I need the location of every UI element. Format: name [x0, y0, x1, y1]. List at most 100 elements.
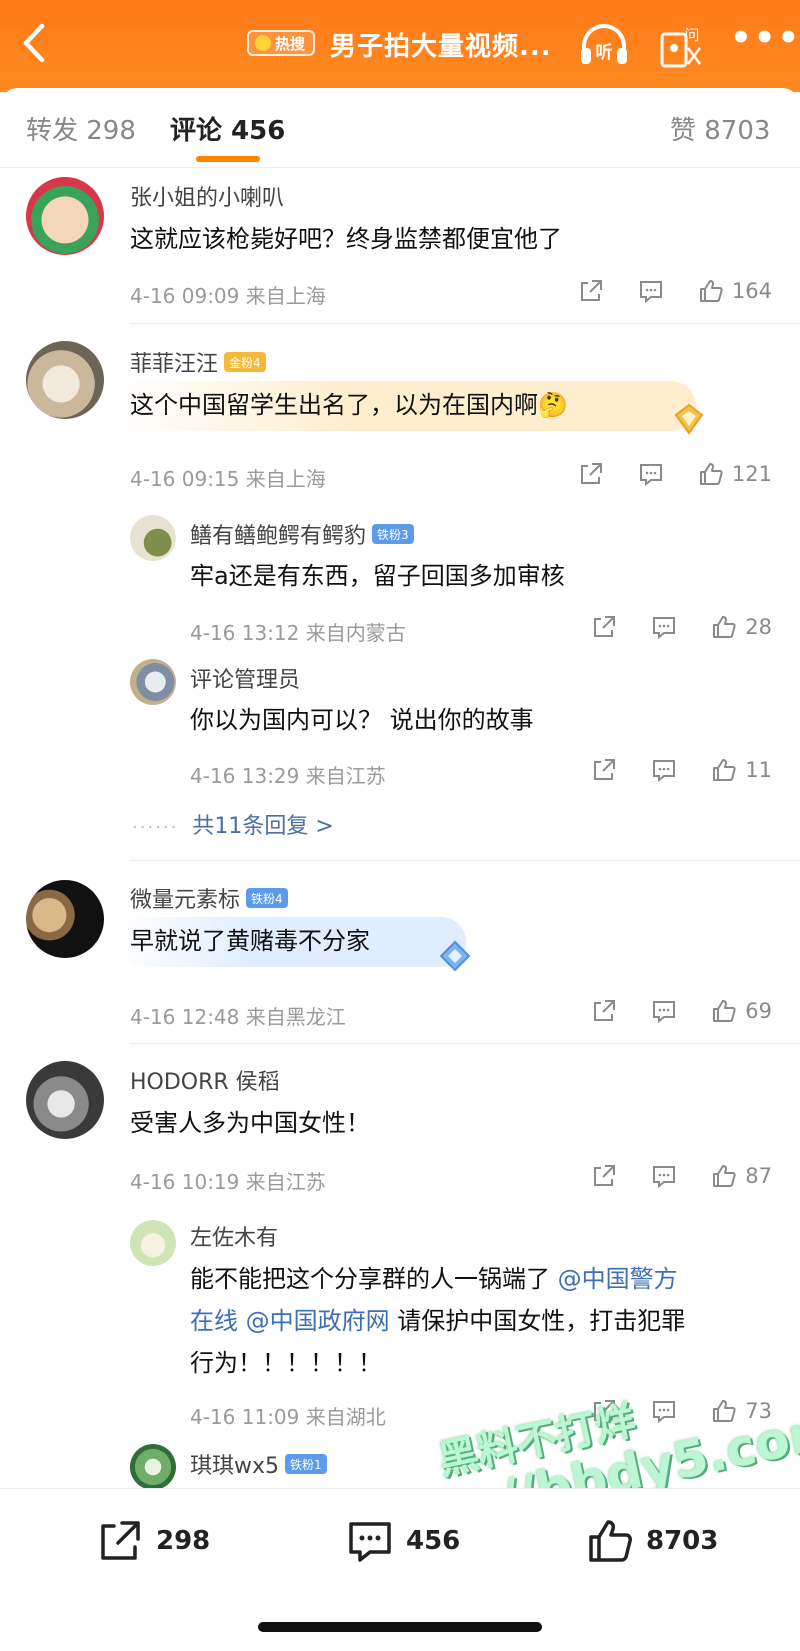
reply-meta: 4-16 13:12 来自内蒙古 [190, 621, 406, 645]
reply-actions: 28 [591, 614, 772, 640]
thumbs-up-icon [713, 1165, 736, 1187]
like-button[interactable]: 28 [711, 614, 772, 640]
comment-text: 这个中国留学生出名了，以为在国内啊🤔 [130, 391, 568, 419]
like-button[interactable]: 69 [711, 998, 772, 1024]
comment-actions: 87 [591, 1163, 772, 1189]
reply-actions: 11 [591, 757, 772, 783]
fan-badge: 金粉4 [224, 352, 266, 372]
avatar[interactable] [130, 1444, 176, 1490]
dots-icon: ······ [132, 817, 179, 838]
like-count: 87 [745, 1164, 772, 1188]
like-count: 164 [731, 279, 772, 303]
share-button[interactable] [591, 1163, 617, 1189]
thumbs-up-icon [699, 280, 723, 302]
divider [130, 860, 800, 861]
mention-link[interactable]: 在线 [190, 1307, 238, 1335]
thumbs-up-icon [713, 616, 736, 638]
comment-actions: 69 [591, 998, 772, 1024]
svg-text:问: 问 [684, 26, 699, 44]
share-button[interactable] [578, 278, 604, 304]
share-button[interactable] [591, 757, 617, 783]
reply-username[interactable]: 评论管理员 [190, 662, 300, 694]
tab-repost[interactable]: 转发 298 [26, 110, 136, 147]
share-icon [101, 1521, 140, 1560]
reply-button[interactable] [638, 278, 664, 304]
comment-username[interactable]: 张小姐的小喇叭 [130, 180, 284, 212]
mention-link[interactable]: @中国警方 [558, 1265, 678, 1293]
reply-button[interactable] [651, 1398, 677, 1424]
repost-count: 298 [156, 1526, 211, 1556]
comment-button[interactable]: 456 [346, 1517, 460, 1565]
ask-button[interactable]: 问 [660, 20, 704, 70]
gold-gem-icon [674, 403, 704, 435]
avatar[interactable] [130, 1220, 176, 1266]
hot-search-tag[interactable]: 热搜 [247, 30, 316, 56]
hot-search-label: 热搜 [275, 34, 306, 53]
tab-likes[interactable]: 赞 8703 [670, 110, 770, 147]
reply-meta: 4-16 11:09 来自湖北 [190, 1405, 386, 1429]
reply-username[interactable]: 琪琪wx5 铁粉1 [190, 1448, 327, 1480]
divider [130, 323, 800, 324]
comment-meta: 4-16 09:09 来自上海 [130, 284, 326, 308]
back-icon[interactable] [14, 18, 54, 68]
share-icon [594, 616, 616, 637]
more-icon[interactable]: ••• [730, 21, 799, 58]
more-replies-link[interactable]: ······ 共11条回复 > [132, 808, 334, 840]
reply-button[interactable] [651, 614, 677, 640]
comment-icon [653, 617, 676, 640]
comment-icon [349, 1522, 391, 1562]
comment-icon [653, 1001, 676, 1024]
reply-text-line-1: 能不能把这个分享群的人一锅端了 @中国警方 [190, 1265, 678, 1293]
page-title: 男子拍大量视频... [330, 32, 552, 62]
comment-username[interactable]: 微量元素标 铁粉4 [130, 882, 288, 914]
avatar[interactable] [26, 880, 104, 958]
reply-button[interactable] [638, 461, 664, 487]
comment-actions: 164 [578, 278, 772, 304]
reply-button[interactable] [651, 998, 677, 1024]
avatar[interactable] [26, 341, 104, 419]
like-button[interactable]: 8703 [586, 1517, 718, 1565]
comment-text: 这就应该枪毙好吧？终身监禁都便宜他了 [130, 225, 562, 253]
share-button[interactable] [591, 998, 617, 1024]
reply-button[interactable] [651, 757, 677, 783]
share-icon [594, 1165, 616, 1186]
home-indicator[interactable] [258, 1622, 542, 1632]
comment-icon [653, 760, 676, 783]
top-bar: 热搜 男子拍大量视频... 听 问 ••• [0, 0, 800, 92]
share-button[interactable] [591, 614, 617, 640]
avatar[interactable] [26, 177, 104, 255]
comment-meta: 4-16 12:48 来自黑龙江 [130, 1005, 346, 1029]
comment-icon [653, 1166, 676, 1189]
reply-button[interactable] [651, 1163, 677, 1189]
like-count: 69 [745, 999, 772, 1023]
reply-username[interactable]: 鳝有鳝鲍鳄有鳄豹 铁粉3 [190, 518, 414, 550]
like-button[interactable]: 11 [711, 757, 772, 783]
comment-meta: 4-16 09:15 来自上海 [130, 467, 326, 491]
listen-button[interactable]: 听 [578, 20, 630, 68]
like-count: 121 [731, 462, 772, 486]
share-button[interactable] [578, 461, 604, 487]
avatar[interactable] [130, 515, 176, 561]
comment-username[interactable]: HODORR 侯稻 [130, 1064, 280, 1096]
like-button[interactable]: 121 [698, 461, 772, 487]
username-text: 鳝有鳝鲍鳄有鳄豹 [190, 524, 367, 549]
svg-text:听: 听 [596, 42, 613, 63]
thumbs-up-icon [713, 759, 736, 781]
repost-button[interactable]: 298 [96, 1517, 210, 1565]
like-button[interactable]: 164 [698, 278, 772, 304]
comment-username[interactable]: 菲菲汪汪 金粉4 [130, 346, 266, 378]
comment-icon [639, 281, 662, 304]
reply-text: 你以为国内可以？ 说出你的故事 [190, 706, 534, 734]
tab-active-indicator [196, 156, 260, 162]
avatar[interactable] [130, 659, 176, 705]
username-text: 琪琪wx5 [190, 1454, 280, 1479]
reply-username[interactable]: 左佐木有 [190, 1220, 278, 1252]
mention-link[interactable]: @中国政府网 [246, 1307, 390, 1335]
headphones-icon: 听 [581, 24, 627, 64]
like-button[interactable]: 87 [711, 1163, 772, 1189]
avatar[interactable] [26, 1061, 104, 1139]
username-text: 菲菲汪汪 [130, 352, 219, 377]
fan-badge: 铁粉4 [246, 888, 288, 908]
tab-comments[interactable]: 评论 456 [170, 110, 285, 147]
comment-icon [653, 1401, 676, 1424]
